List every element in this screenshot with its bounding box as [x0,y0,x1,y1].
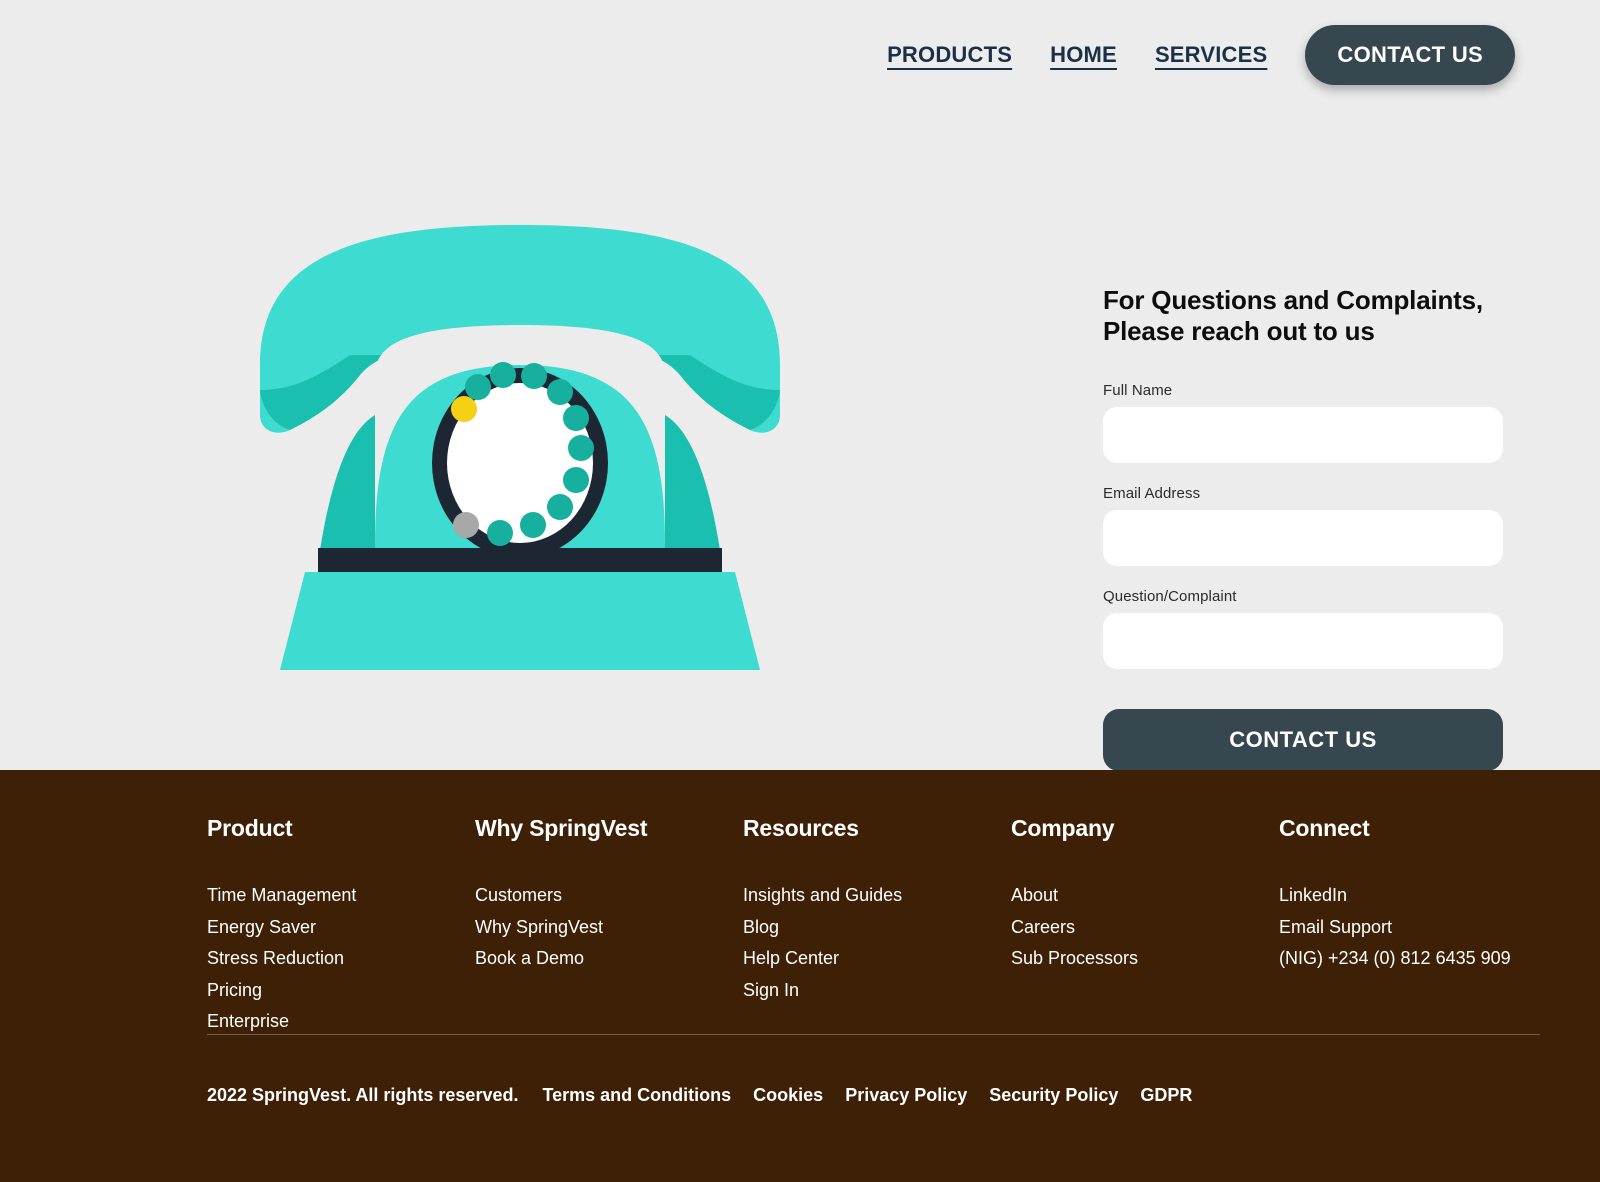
footer-legal-bar: 2022 SpringVest. All rights reserved. Te… [207,1085,1192,1106]
nav-link-products[interactable]: PRODUCTS [887,42,1012,68]
form-field-2: Question/Complaint [1103,588,1503,670]
footer-link[interactable]: Insights and Guides [743,880,1011,912]
form-input-2[interactable] [1103,613,1503,670]
footer-link[interactable]: About [1011,880,1279,912]
footer-link[interactable]: Email Support [1279,912,1547,944]
footer-column-title: Connect [1279,815,1370,841]
form-field-1: Email Address [1103,485,1503,567]
nav-contact-us-button[interactable]: CONTACT US [1305,25,1515,85]
footer-link[interactable]: Time Management [207,880,475,912]
rotary-telephone-illustration [200,215,840,685]
form-heading: For Questions and Complaints, Please rea… [1103,285,1483,346]
footer-divider [207,1034,1540,1035]
rotary-telephone-icon [260,225,780,670]
legal-link[interactable]: Security Policy [989,1085,1118,1106]
footer-link[interactable]: LinkedIn [1279,880,1547,912]
footer-column-0: Product Time Management Energy Saver Stress… [207,815,475,1038]
nav-link-home[interactable]: HOME [1050,42,1117,68]
footer-link[interactable]: (NIG) +234 (0) 812 6435 909 [1279,943,1547,975]
form-field-0: Full Name [1103,382,1503,464]
copyright-text: 2022 SpringVest. All rights reserved. [207,1085,519,1105]
footer-link[interactable]: Book a Demo [475,943,743,975]
legal-link[interactable]: GDPR [1140,1085,1192,1106]
dial-dot-yellow [451,396,477,422]
footer-link[interactable]: Pricing [207,975,475,1007]
footer-link[interactable]: Blog [743,912,1011,944]
contact-us-submit-button[interactable]: CONTACT US [1103,709,1503,772]
footer-link[interactable]: Why SpringVest [475,912,743,944]
form-input-0[interactable] [1103,407,1503,464]
nav-link-services[interactable]: SERVICES [1155,42,1267,68]
hero-section: For Questions and Complaints, Please rea… [0,110,1600,772]
footer-column-title: Why SpringVest [475,815,648,841]
footer-link[interactable]: Careers [1011,912,1279,944]
site-footer: Product Time Management Energy Saver Stress… [0,770,1600,1182]
footer-link[interactable]: Stress Reduction [207,943,475,975]
footer-link[interactable]: Enterprise [207,1006,475,1038]
top-navigation: PRODUCTS HOME SERVICES CONTACT US [0,0,1600,110]
footer-column-title: Resources [743,815,859,841]
form-field-label-0: Full Name [1103,382,1173,400]
contact-form: For Questions and Complaints, Please rea… [1103,285,1503,772]
footer-column-2: Resources Insights and Guides Blog Help Cen… [743,815,1011,1038]
dial-dot-gray [453,512,479,538]
footer-column-title: Company [1011,815,1115,841]
footer-link[interactable]: Energy Saver [207,912,475,944]
form-input-1[interactable] [1103,510,1503,567]
legal-link[interactable]: Terms and Conditions [542,1085,731,1106]
footer-column-1: Why SpringVest Customers Why SpringVest Boo… [475,815,743,1038]
form-field-label-1: Email Address [1103,485,1201,503]
footer-link[interactable]: Customers [475,880,743,912]
footer-column-4: Connect LinkedIn Email Support (NIG) +234 (… [1279,815,1547,1038]
footer-link[interactable]: Help Center [743,943,1011,975]
footer-link[interactable]: Sub Processors [1011,943,1279,975]
form-field-label-2: Question/Complaint [1103,588,1237,606]
legal-link[interactable]: Cookies [753,1085,823,1106]
legal-link[interactable]: Privacy Policy [845,1085,967,1106]
footer-column-title: Product [207,815,293,841]
footer-link[interactable]: Sign In [743,975,1011,1007]
footer-column-3: Company About Careers Sub Processors [1011,815,1279,1038]
